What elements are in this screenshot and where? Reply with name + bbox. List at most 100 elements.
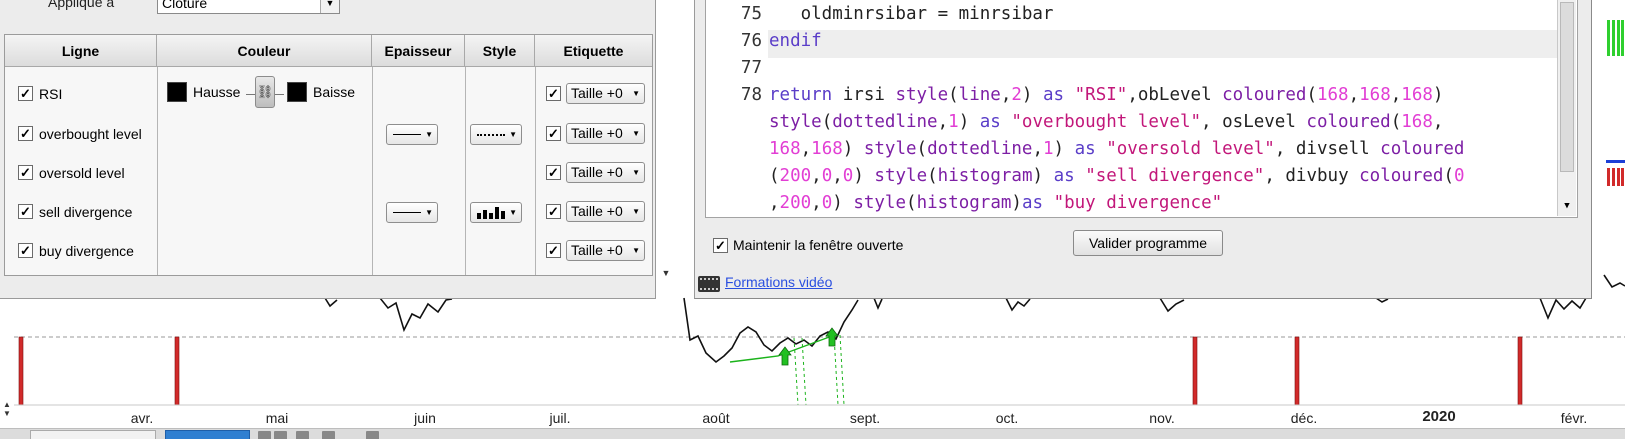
validate-program-button[interactable]: Valider programme (1073, 230, 1223, 256)
right-edge-histogram (1612, 168, 1615, 186)
label-size-select-rsi[interactable]: Taille +0 ▼ (566, 83, 645, 104)
line-number: 75 (740, 4, 762, 24)
line-visible-checkbox-overbought[interactable]: ✓ (18, 126, 33, 141)
link-colors-icon[interactable]: ⛓ (255, 76, 275, 108)
column-header-style: Style (465, 35, 535, 67)
taskbar-tool-icon[interactable] (274, 431, 287, 439)
column-divider (157, 67, 158, 275)
month-label: juil. (549, 410, 571, 426)
rsi-line-segment (1603, 274, 1625, 289)
sell-divergence-bar (18, 336, 24, 406)
line-number: 78 (740, 85, 762, 105)
chart-left-scroll[interactable]: ▲ ▼ (0, 400, 14, 426)
label-size-value: Taille +0 (571, 125, 623, 141)
label-size-select-oversold[interactable]: Taille +0 ▼ (566, 162, 645, 183)
panel-scroll-down-icon[interactable]: ▼ (659, 266, 673, 280)
label-size-select-overbought[interactable]: Taille +0 ▼ (566, 123, 645, 144)
line-label-sell-divergence: sell divergence (39, 204, 133, 220)
month-label: mai (265, 410, 289, 426)
right-edge-level (1606, 160, 1625, 163)
chevron-down-icon: ▼ (425, 130, 433, 139)
chevron-down-icon: ▼ (632, 168, 640, 177)
line-label-overbought: overbought level (39, 126, 142, 142)
label-checkbox-rsi[interactable]: ✓ (546, 86, 561, 101)
solid-line-sample (393, 212, 421, 213)
rsi-line-segment (379, 297, 453, 333)
right-edge-histogram (1607, 20, 1610, 56)
color-up-swatch[interactable] (167, 82, 187, 102)
taskbar-tool-icon[interactable] (322, 431, 335, 439)
month-label: sept. (849, 410, 881, 426)
taskbar-tool-icon[interactable] (296, 431, 309, 439)
chevron-down-icon: ▼ (632, 89, 640, 98)
rsi-line-segment (1159, 297, 1185, 313)
line-visible-checkbox-rsi[interactable]: ✓ (18, 86, 33, 101)
chevron-down-icon: ▼ (632, 246, 640, 255)
label-checkbox-sell-divergence[interactable]: ✓ (546, 204, 561, 219)
line-visible-checkbox-oversold[interactable]: ✓ (18, 165, 33, 180)
style-select-histograms[interactable]: ▼ (470, 202, 522, 223)
column-header-couleur: Couleur (157, 35, 372, 67)
line-number: 77 (740, 58, 762, 78)
solid-line-sample (393, 134, 421, 135)
film-icon (698, 276, 720, 292)
label-size-select-sell-divergence[interactable]: Taille +0 ▼ (566, 201, 645, 222)
line-label-oversold: oversold level (39, 165, 125, 181)
code-line-78-part-3: 168,168) style(dottedline,1) as "oversol… (769, 139, 1465, 159)
rsi-line-segment (324, 297, 338, 308)
editor-vertical-scrollbar[interactable]: ▼ (1557, 0, 1576, 216)
scroll-down-icon[interactable]: ▼ (1558, 198, 1576, 214)
month-label: avr. (130, 410, 154, 426)
rsi-line-segment (1005, 297, 1031, 312)
buy-divergence-dash (801, 337, 807, 406)
taskbar-tab-indicator[interactable] (30, 430, 156, 439)
chevron-down-icon[interactable]: ▼ (320, 0, 339, 13)
keep-window-open-checkbox[interactable]: ✓ (713, 238, 728, 253)
taskbar-tool-icon[interactable] (366, 431, 379, 439)
apply-to-value: Clôture (162, 0, 208, 11)
scrollbar-thumb[interactable] (1560, 2, 1574, 172)
link-connector (275, 94, 284, 95)
apply-to-select[interactable]: Clôture ▼ (157, 0, 340, 14)
label-size-value: Taille +0 (571, 242, 623, 258)
lines-settings-table: Ligne Couleur Epaisseur Style Etiquette … (4, 34, 653, 276)
label-size-value: Taille +0 (571, 164, 623, 180)
buy-divergence-dash (839, 334, 845, 406)
right-edge-histogram (1617, 20, 1620, 56)
right-edge-histogram (1621, 168, 1624, 186)
right-edge-histogram (1617, 168, 1620, 186)
line-visible-checkbox-buy-divergence[interactable]: ✓ (18, 243, 33, 258)
label-checkbox-buy-divergence[interactable]: ✓ (546, 243, 561, 258)
color-up-label: Hausse (193, 84, 241, 100)
buy-divergence-dash (793, 337, 799, 406)
label-checkbox-overbought[interactable]: ✓ (546, 126, 561, 141)
bottom-taskbar (0, 428, 1625, 439)
style-select-levels[interactable]: ▼ (470, 124, 522, 145)
code-line-78-part-1: return irsi style(line,2) as "RSI",obLev… (769, 85, 1444, 105)
rsi-line-segment (1539, 297, 1587, 321)
thickness-select-histograms[interactable]: ▼ (386, 202, 438, 223)
video-tutorials-link[interactable]: Formations vidéo (725, 274, 832, 290)
taskbar-tool-icon[interactable] (258, 431, 271, 439)
line-number: 76 (740, 31, 762, 51)
code-line-76: endif (769, 31, 822, 51)
chevron-down-icon: ▼ (425, 208, 433, 217)
color-down-swatch[interactable] (287, 82, 307, 102)
code-editor-window: 75 76 77 78 oldminrsibar = minrsibar end… (694, 0, 1592, 299)
code-line-78-part-2: style(dottedline,1) as "overbought level… (769, 112, 1444, 132)
label-checkbox-oversold[interactable]: ✓ (546, 165, 561, 180)
apply-to-row: Appliqué à Clôture ▼ (0, 0, 656, 14)
line-visible-checkbox-sell-divergence[interactable]: ✓ (18, 204, 33, 219)
sell-divergence-bar (1517, 336, 1523, 406)
thickness-select-levels[interactable]: ▼ (386, 124, 438, 145)
code-line-78-part-4: (200,0,0) style(histogram) as "sell dive… (769, 166, 1465, 186)
current-line-highlight (768, 30, 1568, 58)
column-header-ligne: Ligne (5, 35, 157, 67)
right-edge-histogram (1621, 20, 1624, 56)
taskbar-tab-active[interactable] (165, 430, 250, 439)
line-label-rsi: RSI (39, 86, 63, 102)
rsi-line-segment (873, 297, 883, 311)
code-editor[interactable]: 75 76 77 78 oldminrsibar = minrsibar end… (705, 0, 1578, 218)
label-size-select-buy-divergence[interactable]: Taille +0 ▼ (566, 240, 645, 261)
month-label: août (702, 410, 730, 426)
